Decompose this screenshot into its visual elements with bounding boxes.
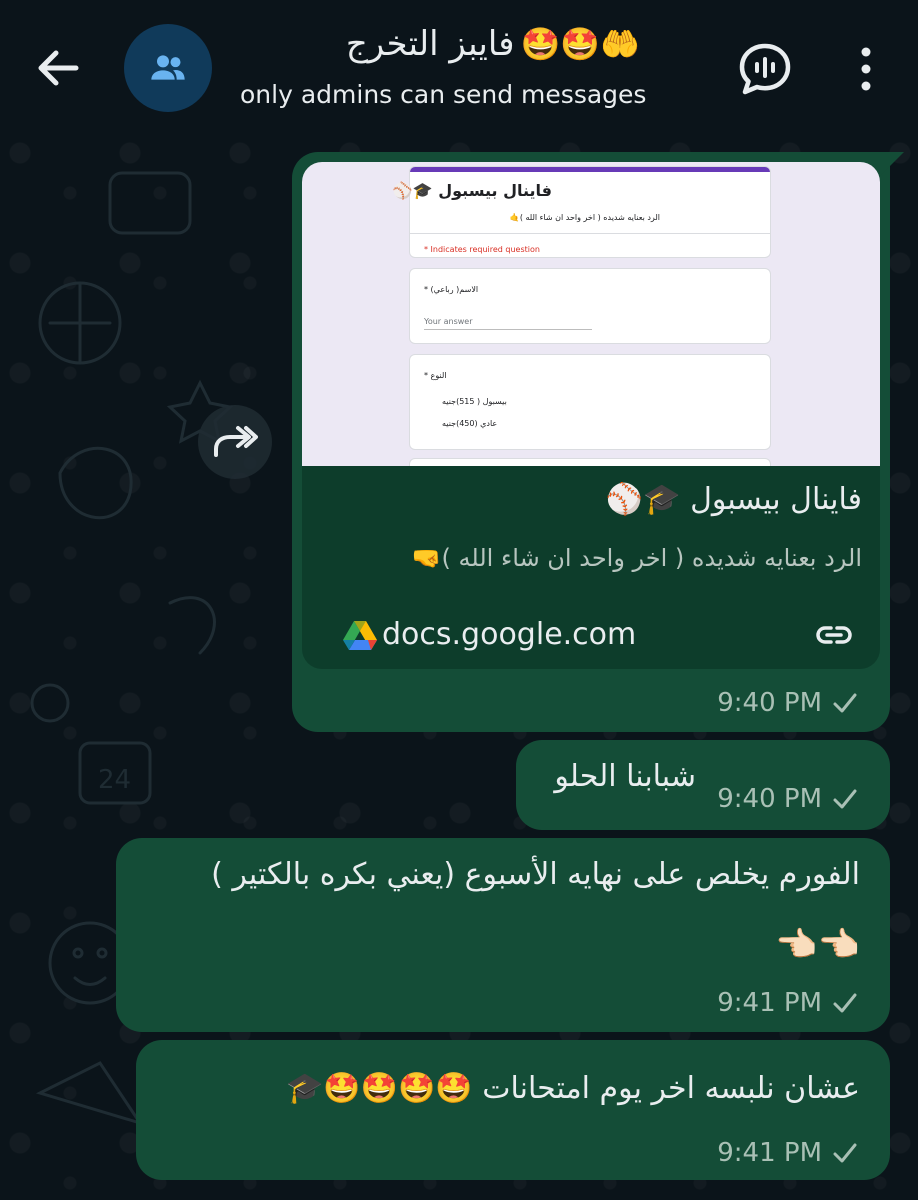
message-bubble[interactable]: شبابنا الحلو 9:40 PM (516, 740, 890, 830)
group-avatar[interactable] (124, 24, 212, 112)
form-next-card (409, 458, 771, 466)
form-q2-option: عادي (450)جنيه (442, 419, 498, 428)
form-q2-option: بيسبول ( 515)جنيه (442, 397, 507, 406)
back-arrow-icon (38, 50, 79, 86)
link-domain-text: docs.google.com (382, 617, 637, 652)
back-button[interactable] (28, 38, 88, 98)
chat-header: 🤲🤩🤩 فايبز التخرج only admins can send me… (0, 0, 918, 133)
form-required-note: * Indicates required question (424, 245, 540, 254)
chat-title-text: فايبز التخرج (345, 24, 515, 64)
message-meta: 9:40 PM (717, 688, 858, 718)
message-bubble-link[interactable]: فاينال بيسبول 🎓⚾ الرد بعنايه شديده ( اخر… (292, 152, 890, 732)
message-text-line: الفورم يخلص على نهايه الأسبوع (يعني بكره… (211, 857, 860, 892)
chat-subtitle: only admins can send messages (240, 80, 647, 109)
google-drive-icon (343, 620, 377, 650)
message-time: 9:41 PM (717, 1138, 822, 1168)
message-meta: 9:41 PM (717, 988, 858, 1018)
link-preview-image: فاينال بيسبول 🎓⚾ الرد بعنايه شديده ( اخر… (302, 162, 880, 466)
message-text: عشان نلبسه اخر يوم امتحانات 🤩🤩🤩🤩🎓 (285, 1071, 860, 1106)
link-preview-card[interactable]: فاينال بيسبول 🎓⚾ الرد بعنايه شديده ( اخر… (302, 162, 880, 669)
sent-check-icon (833, 1143, 857, 1163)
svg-text:24: 24 (98, 765, 131, 795)
message-time: 9:40 PM (717, 688, 822, 718)
link-preview-domain[interactable]: docs.google.com (342, 617, 636, 652)
message-bubble[interactable]: الفورم يخلص على نهايه الأسبوع (يعني بكره… (116, 838, 890, 1032)
form-q1-label: الاسم( رباعي) * (424, 285, 479, 294)
sent-check-icon (833, 993, 857, 1013)
form-description: الرد بعنايه شديده ( اخر واحد ان شاء الله… (509, 213, 660, 222)
link-preview-description: الرد بعنايه شديده ( اخر واحد ان شاء الله… (411, 544, 862, 572)
group-avatar-icon (151, 55, 185, 80)
more-vert-icon (861, 47, 871, 91)
form-header-card: فاينال بيسبول 🎓⚾ الرد بعنايه شديده ( اخر… (393, 166, 771, 258)
form-q1-input: Your answer (424, 317, 473, 326)
form-question-card: النوع * بيسبول ( 515)جنيه عادي (450)جنيه (409, 354, 771, 450)
form-title: فاينال بيسبول 🎓⚾ (392, 181, 552, 200)
more-options-button[interactable] (846, 40, 886, 98)
voice-chat-button[interactable] (736, 40, 794, 98)
sent-check-icon (833, 789, 857, 809)
forward-icon (214, 426, 258, 457)
message-time: 9:40 PM (717, 784, 822, 814)
message-meta: 9:40 PM (717, 784, 858, 814)
message-meta: 9:41 PM (717, 1138, 858, 1168)
message-text: شبابنا الحلو (554, 759, 696, 794)
forward-button[interactable] (198, 405, 272, 479)
link-preview-title: فاينال بيسبول 🎓⚾ (605, 482, 862, 517)
bubble-tail (880, 152, 904, 176)
voice-chat-icon (739, 43, 791, 95)
form-q2-label: النوع * (424, 371, 447, 380)
sent-check-icon (833, 693, 857, 713)
chat-title[interactable]: 🤲🤩🤩 فايبز التخرج (240, 16, 640, 72)
form-question-card: الاسم( رباعي) * Your answer (409, 268, 771, 344)
message-emoji-line: 👈🏻👈🏻 (775, 925, 860, 965)
chat-title-emojis: 🤲🤩🤩 (520, 25, 640, 63)
message-time: 9:41 PM (717, 988, 822, 1018)
message-bubble[interactable]: عشان نلبسه اخر يوم امتحانات 🤩🤩🤩🤩🎓 9:41 P… (136, 1040, 890, 1180)
link-icon (816, 626, 852, 644)
